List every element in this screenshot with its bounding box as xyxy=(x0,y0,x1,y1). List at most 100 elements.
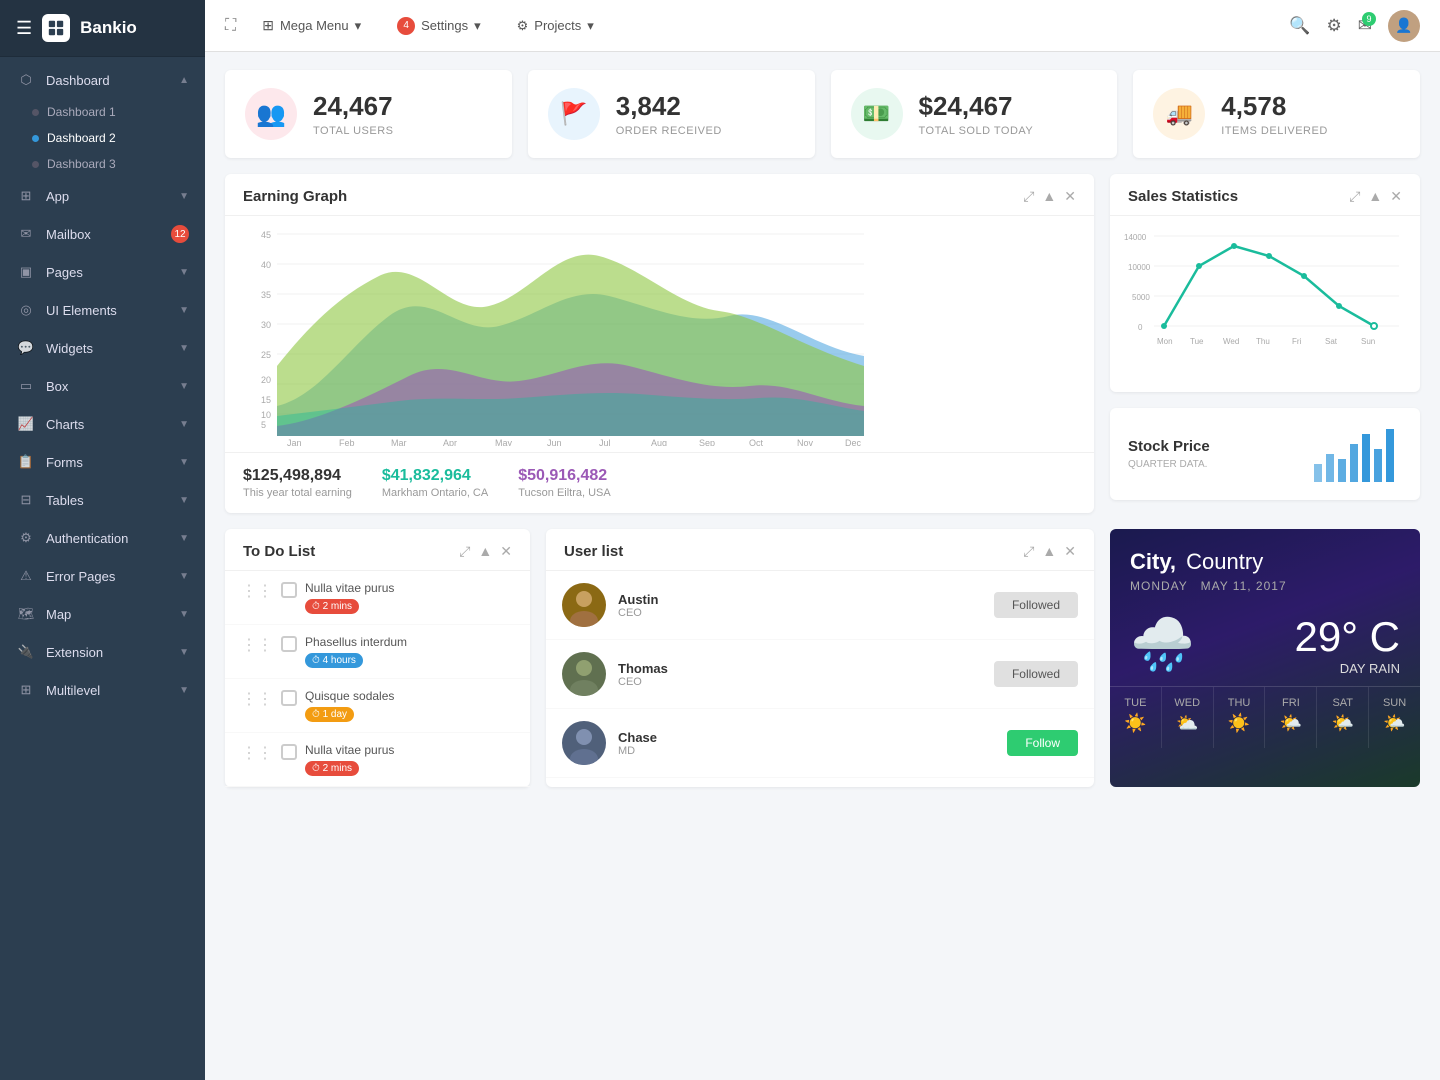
pages-icon: ▣ xyxy=(16,262,36,282)
stock-info: Stock Price QUARTER DATA. xyxy=(1128,438,1210,470)
collapse-icon[interactable]: ▲ xyxy=(478,543,492,560)
sidebar-item-extension[interactable]: 🔌 Extension ▼ xyxy=(0,633,205,671)
sidebar-item-mailbox[interactable]: ✉ Mailbox 12 xyxy=(0,215,205,253)
forecast-day-label: THU xyxy=(1218,697,1261,709)
expand-icon[interactable]: ⤢ xyxy=(1023,543,1034,560)
collapse-icon[interactable]: ▲ xyxy=(1042,188,1056,205)
bottom-row: To Do List ⤢ ▲ ✕ ⋮⋮ Nulla vitae purus xyxy=(225,529,1420,787)
sidebar-item-authentication[interactable]: ⚙ Authentication ▼ xyxy=(0,519,205,557)
sun-icon: ☀️ xyxy=(1218,713,1261,734)
mailbox-badge: 12 xyxy=(171,225,189,243)
user-avatar[interactable]: 👤 xyxy=(1388,10,1420,42)
svg-text:Apr: Apr xyxy=(443,438,457,446)
user-role: MD xyxy=(618,745,995,757)
list-item: Austin CEO Followed xyxy=(546,571,1094,640)
mega-menu-button[interactable]: ⊞ Mega Menu ▾ xyxy=(252,13,371,38)
follow-button[interactable]: Follow xyxy=(1007,730,1078,756)
drag-handle-icon[interactable]: ⋮⋮ xyxy=(241,581,273,601)
sidebar-item-widgets[interactable]: 💬 Widgets ▼ xyxy=(0,329,205,367)
settings-button[interactable]: 4 Settings ▾ xyxy=(387,13,491,39)
sidebar-item-app[interactable]: ⊞ App ▼ xyxy=(0,177,205,215)
todo-checkbox[interactable] xyxy=(281,636,297,652)
drag-handle-icon[interactable]: ⋮⋮ xyxy=(241,743,273,763)
stat-value: $24,467 xyxy=(919,91,1034,122)
svg-text:10000: 10000 xyxy=(1128,263,1151,272)
stat-info: 4,578 ITEMS DELIVERED xyxy=(1221,91,1328,136)
truck-icon: 🚚 xyxy=(1153,88,1205,140)
sidebar-item-ui-elements[interactable]: ◎ UI Elements ▼ xyxy=(0,291,205,329)
chevron-down-icon: ▼ xyxy=(179,457,189,468)
sidebar-item-box[interactable]: ▭ Box ▼ xyxy=(0,367,205,405)
sidebar-item-label: Error Pages xyxy=(46,569,169,584)
user-list: Austin CEO Followed Thomas CEO xyxy=(546,571,1094,778)
expand-icon[interactable]: ⤢ xyxy=(1023,188,1034,205)
sidebar-nav: ⬡ Dashboard ▲ Dashboard 1 Dashboard 2 Da… xyxy=(0,57,205,713)
todo-text: Nulla vitae purus ⏱ 2 mins xyxy=(305,581,514,614)
sidebar-item-dashboard1[interactable]: Dashboard 1 xyxy=(32,99,205,125)
collapse-icon[interactable]: ▲ xyxy=(1368,188,1382,205)
sidebar-item-error-pages[interactable]: ⚠ Error Pages ▼ xyxy=(0,557,205,595)
forecast-fri: FRI 🌤️ xyxy=(1265,687,1317,748)
expand-icon[interactable]: ⤢ xyxy=(459,543,470,560)
todo-badge: ⏱ 2 mins xyxy=(305,761,359,776)
search-icon[interactable]: 🔍 xyxy=(1289,16,1310,36)
dollar-icon: 💵 xyxy=(851,88,903,140)
sidebar-item-label: Charts xyxy=(46,417,169,432)
projects-icon: ⚙ xyxy=(517,18,529,34)
sidebar-item-map[interactable]: 🗺 Map ▼ xyxy=(0,595,205,633)
expand-icon[interactable]: ⛶ xyxy=(225,17,236,35)
user-name: Austin xyxy=(618,592,982,607)
earning-graph-panel: Earning Graph ⤢ ▲ ✕ 45 40 35 30 25 xyxy=(225,174,1094,513)
sidebar-item-dashboard2[interactable]: Dashboard 2 xyxy=(32,125,205,151)
forecast-day-label: TUE xyxy=(1114,697,1157,709)
todo-checkbox[interactable] xyxy=(281,582,297,598)
todo-checkbox[interactable] xyxy=(281,744,297,760)
sidebar-item-pages[interactable]: ▣ Pages ▼ xyxy=(0,253,205,291)
app-name: Bankio xyxy=(80,18,137,38)
close-icon[interactable]: ✕ xyxy=(1064,543,1076,560)
todo-checkbox[interactable] xyxy=(281,690,297,706)
svg-text:25: 25 xyxy=(261,350,271,360)
multilevel-icon: ⊞ xyxy=(16,680,36,700)
svg-text:Mar: Mar xyxy=(391,438,407,446)
drag-handle-icon[interactable]: ⋮⋮ xyxy=(241,689,273,709)
list-item: ⋮⋮ Nulla vitae purus ⏱ 2 mins xyxy=(225,733,530,787)
followed-button[interactable]: Followed xyxy=(994,592,1078,618)
stat-info: 3,842 ORDER RECEIVED xyxy=(616,91,722,136)
chart-stat-tucson: $50,916,482 Tucson Eiltra, USA xyxy=(518,467,611,499)
svg-text:Tue: Tue xyxy=(1190,337,1204,346)
map-icon: 🗺 xyxy=(16,604,36,624)
projects-button[interactable]: ⚙ Projects ▾ xyxy=(507,14,604,38)
svg-text:May: May xyxy=(495,438,513,446)
panel-title: User list xyxy=(564,543,1023,560)
sidebar-item-charts[interactable]: 📈 Charts ▼ xyxy=(0,405,205,443)
chevron-down-icon: ▼ xyxy=(179,419,189,430)
hamburger-icon[interactable]: ☰ xyxy=(16,18,32,39)
sidebar-item-dashboard3[interactable]: Dashboard 3 xyxy=(32,151,205,177)
close-icon[interactable]: ✕ xyxy=(1390,188,1402,205)
expand-icon[interactable]: ⤢ xyxy=(1349,188,1360,205)
stat-value: 4,578 xyxy=(1221,91,1328,122)
sidebar-item-forms[interactable]: 📋 Forms ▼ xyxy=(0,443,205,481)
svg-text:Mon: Mon xyxy=(1157,337,1173,346)
collapse-icon[interactable]: ▲ xyxy=(1042,543,1056,560)
followed-button[interactable]: Followed xyxy=(994,661,1078,687)
app-icon: ⊞ xyxy=(16,186,36,206)
forecast-sat: SAT 🌤️ xyxy=(1317,687,1369,748)
sidebar-item-dashboard[interactable]: ⬡ Dashboard ▲ xyxy=(0,61,205,99)
sales-chart: 14000 10000 5000 0 xyxy=(1110,216,1420,392)
mail-icon[interactable]: ✉ 9 xyxy=(1358,16,1372,36)
weather-full-date: May 11, 2017 xyxy=(1201,579,1287,593)
sidebar-item-tables[interactable]: ⊟ Tables ▼ xyxy=(0,481,205,519)
stat-card-orders: 🚩 3,842 ORDER RECEIVED xyxy=(528,70,815,158)
gear-icon[interactable]: ⚙ xyxy=(1327,16,1342,36)
weather-day: MONDAY xyxy=(1130,579,1188,593)
sidebar-item-label: Tables xyxy=(46,493,169,508)
drag-handle-icon[interactable]: ⋮⋮ xyxy=(241,635,273,655)
close-icon[interactable]: ✕ xyxy=(1064,188,1076,205)
close-icon[interactable]: ✕ xyxy=(500,543,512,560)
sidebar-item-multilevel[interactable]: ⊞ Multilevel ▼ xyxy=(0,671,205,709)
user-name: Chase xyxy=(618,730,995,745)
stat-label: ORDER RECEIVED xyxy=(616,125,722,137)
stat-label: TOTAL SOLD TODAY xyxy=(919,125,1034,137)
